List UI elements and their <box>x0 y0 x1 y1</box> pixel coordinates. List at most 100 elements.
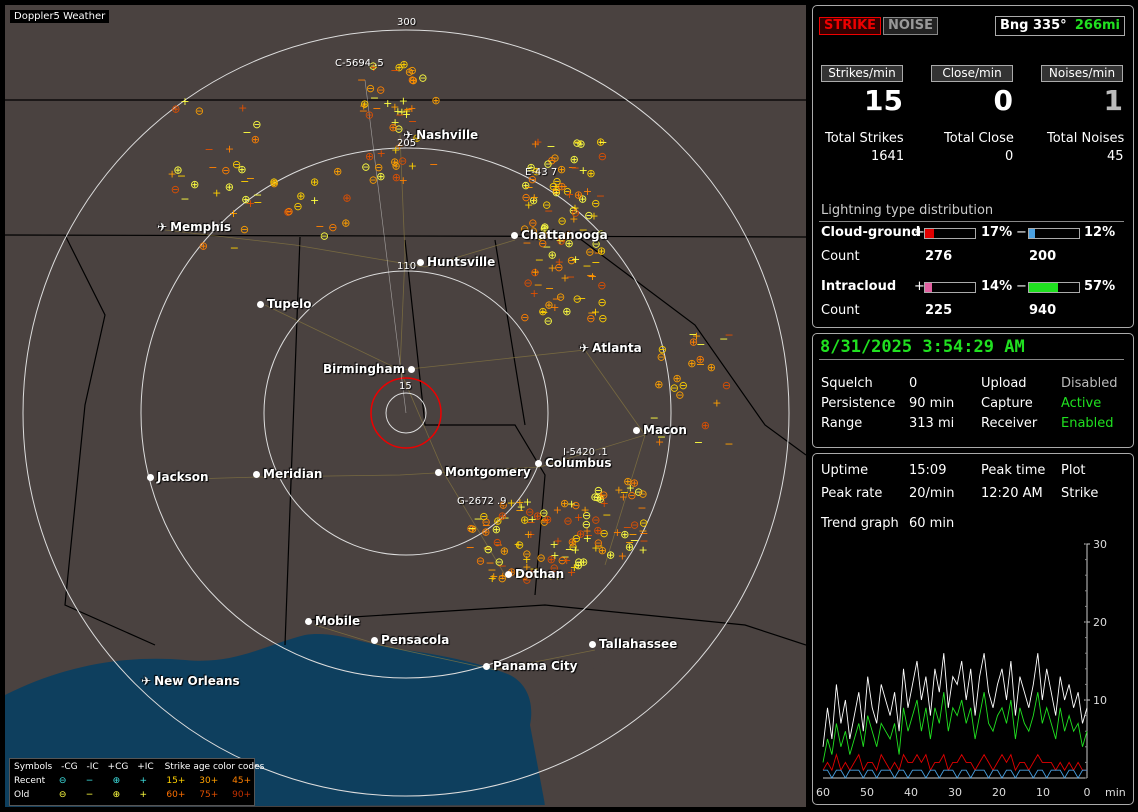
strike-marker: ⊖ <box>598 312 607 325</box>
strike-marker: ⊖ <box>476 554 485 567</box>
strike-marker: − <box>208 161 217 174</box>
strike-marker: − <box>602 509 611 522</box>
city-jackson: Jackson <box>147 470 209 484</box>
distance-value: 266mi <box>1074 18 1120 33</box>
city-huntsville: Huntsville <box>417 255 495 269</box>
strike-marker: ⊕ <box>481 526 490 539</box>
plot-value: Strike <box>1061 486 1099 501</box>
distribution-title: Lightning type distribution <box>821 203 994 218</box>
cg-positive-bar <box>924 228 976 239</box>
city-label: Huntsville <box>427 255 496 269</box>
strike-marker: ⊕ <box>171 103 180 116</box>
strike-marker: ⊕ <box>498 509 507 522</box>
datetime: 8/31/2025 3:54:29 AM <box>820 337 1025 357</box>
city-label: Atlanta <box>592 341 642 355</box>
strike-marker: + <box>408 159 417 172</box>
city-label: Columbus <box>545 456 612 470</box>
city-dot <box>505 571 512 578</box>
strike-marker: ⊕ <box>538 305 547 318</box>
legend-pic: +IC <box>137 762 154 772</box>
strike-marker: + <box>712 397 721 410</box>
strike-marker: ⊕ <box>574 188 583 201</box>
trend-window-value: 60 min <box>909 516 955 531</box>
trend-graph-label: Trend graph <box>821 516 899 531</box>
uptime-label: Uptime <box>821 463 869 478</box>
legend-recent-label: Recent <box>14 776 46 786</box>
peak-time-value: 12:20 AM <box>981 486 1043 501</box>
range-label-15: 15 <box>399 381 412 392</box>
city-label: Tallahassee <box>599 637 678 651</box>
strike-marker: − <box>390 64 399 77</box>
city-dothan: Dothan <box>505 567 564 581</box>
cg-positive-pct: 17% <box>981 225 1013 240</box>
legend-age-75: 75+ <box>199 790 219 800</box>
city-mobile: Mobile <box>305 614 360 628</box>
strike-marker: + <box>571 253 580 266</box>
total-noises: 45 <box>1107 149 1124 164</box>
strike-marker: ⊖ <box>574 555 583 568</box>
receiver-label: Receiver <box>981 416 1038 431</box>
strike-marker: + <box>212 187 221 200</box>
strike-marker: ⊕ <box>225 180 234 193</box>
strike-marker: − <box>357 74 366 87</box>
strike-marker: + <box>523 496 532 509</box>
ic-positive-pct: 14% <box>981 279 1013 294</box>
legend-age-90: 90+ <box>232 790 252 800</box>
strike-button[interactable]: STRIKE <box>819 17 882 35</box>
y-tick-label: 20 <box>1093 616 1107 629</box>
map-canvas: ⊖++⊖⊕+⊖⊕⊖++⊖−⊖−⊕⊕⊖+−⊕−⊕+⊕⊕−+⊖⊖⊕⊕⊖⊖++⊕⊖−+… <box>5 29 806 807</box>
persistence-label: Persistence <box>821 396 896 411</box>
city-chattanooga: Chattanooga <box>511 228 608 242</box>
strike-marker: − <box>719 333 728 346</box>
lightning-map[interactable]: ⊖ + + ⊖ ⊕ + ⊖ ⊕ ⊖ + + ⊖ − ⊖ − ⊕ ⊕ ⊖ + − ⊕ − ⊕ + ⊕ ⊕ − + ⊖ ⊖ ⊕ ⊕ ⊖ ⊖ + + ⊕ ⊖ − +… <box>5 5 806 807</box>
strike-marker: ⊖ <box>522 548 531 561</box>
strike-marker: ⊖ <box>639 516 648 529</box>
range-label-205: 205 <box>397 138 417 149</box>
city-dot <box>589 641 596 648</box>
strike-marker: ⊖ <box>638 488 647 501</box>
y-tick-label: 10 <box>1093 694 1107 707</box>
range-label-110: 110 <box>397 261 417 272</box>
strike-marker: − <box>574 136 583 149</box>
city-label: Meridian <box>263 467 323 481</box>
cell-label: C-5694 .5 <box>335 58 384 69</box>
city-birmingham: Birmingham <box>323 362 416 376</box>
strike-marker: + <box>655 436 664 449</box>
strike-marker: ⊕ <box>310 176 319 189</box>
strike-marker: − <box>246 172 255 185</box>
city-dot <box>483 663 490 670</box>
city-dot <box>511 232 518 239</box>
strike-marker: ⊖ <box>484 543 493 556</box>
city-label: Macon <box>643 423 687 437</box>
strike-marker: ⊖ <box>293 200 302 213</box>
city-dot <box>147 474 154 481</box>
strike-marker: ⊖ <box>571 206 580 219</box>
city-label: Tupelo <box>267 297 312 311</box>
strike-marker: + <box>377 147 386 160</box>
plot-label: Plot <box>1061 463 1086 478</box>
strike-marker: ⊖ <box>418 71 427 84</box>
airport-icon: ✈ <box>141 674 152 688</box>
strike-marker: + <box>531 137 540 150</box>
legend-age-45: 45+ <box>232 776 252 786</box>
strike-marker: − <box>637 501 646 514</box>
legend-symbols-label: Symbols <box>14 762 53 772</box>
x-tick-label: 40 <box>904 786 918 799</box>
strike-marker: ⊕ <box>341 216 350 229</box>
strike-marker: ⊕ <box>190 178 199 191</box>
range-label-300: 300 <box>397 17 417 28</box>
ic-positive-count: 225 <box>925 303 953 318</box>
strike-marker: + <box>514 538 523 551</box>
strike-marker: ⊖ <box>679 379 688 392</box>
strike-marker: − <box>466 541 475 554</box>
strike-marker: ⊖ <box>582 518 591 531</box>
city-dot <box>257 301 264 308</box>
legend-ncg: -CG <box>61 762 78 772</box>
strike-marker: + <box>548 262 557 275</box>
noise-button[interactable]: NOISE <box>883 17 939 35</box>
strike-marker: ⊕ <box>707 361 716 374</box>
city-label: Dothan <box>515 567 565 581</box>
persistence-value: 90 min <box>909 396 955 411</box>
strike-marker: ⊖ <box>597 279 606 292</box>
strike-marker: ⊕ <box>562 305 571 318</box>
